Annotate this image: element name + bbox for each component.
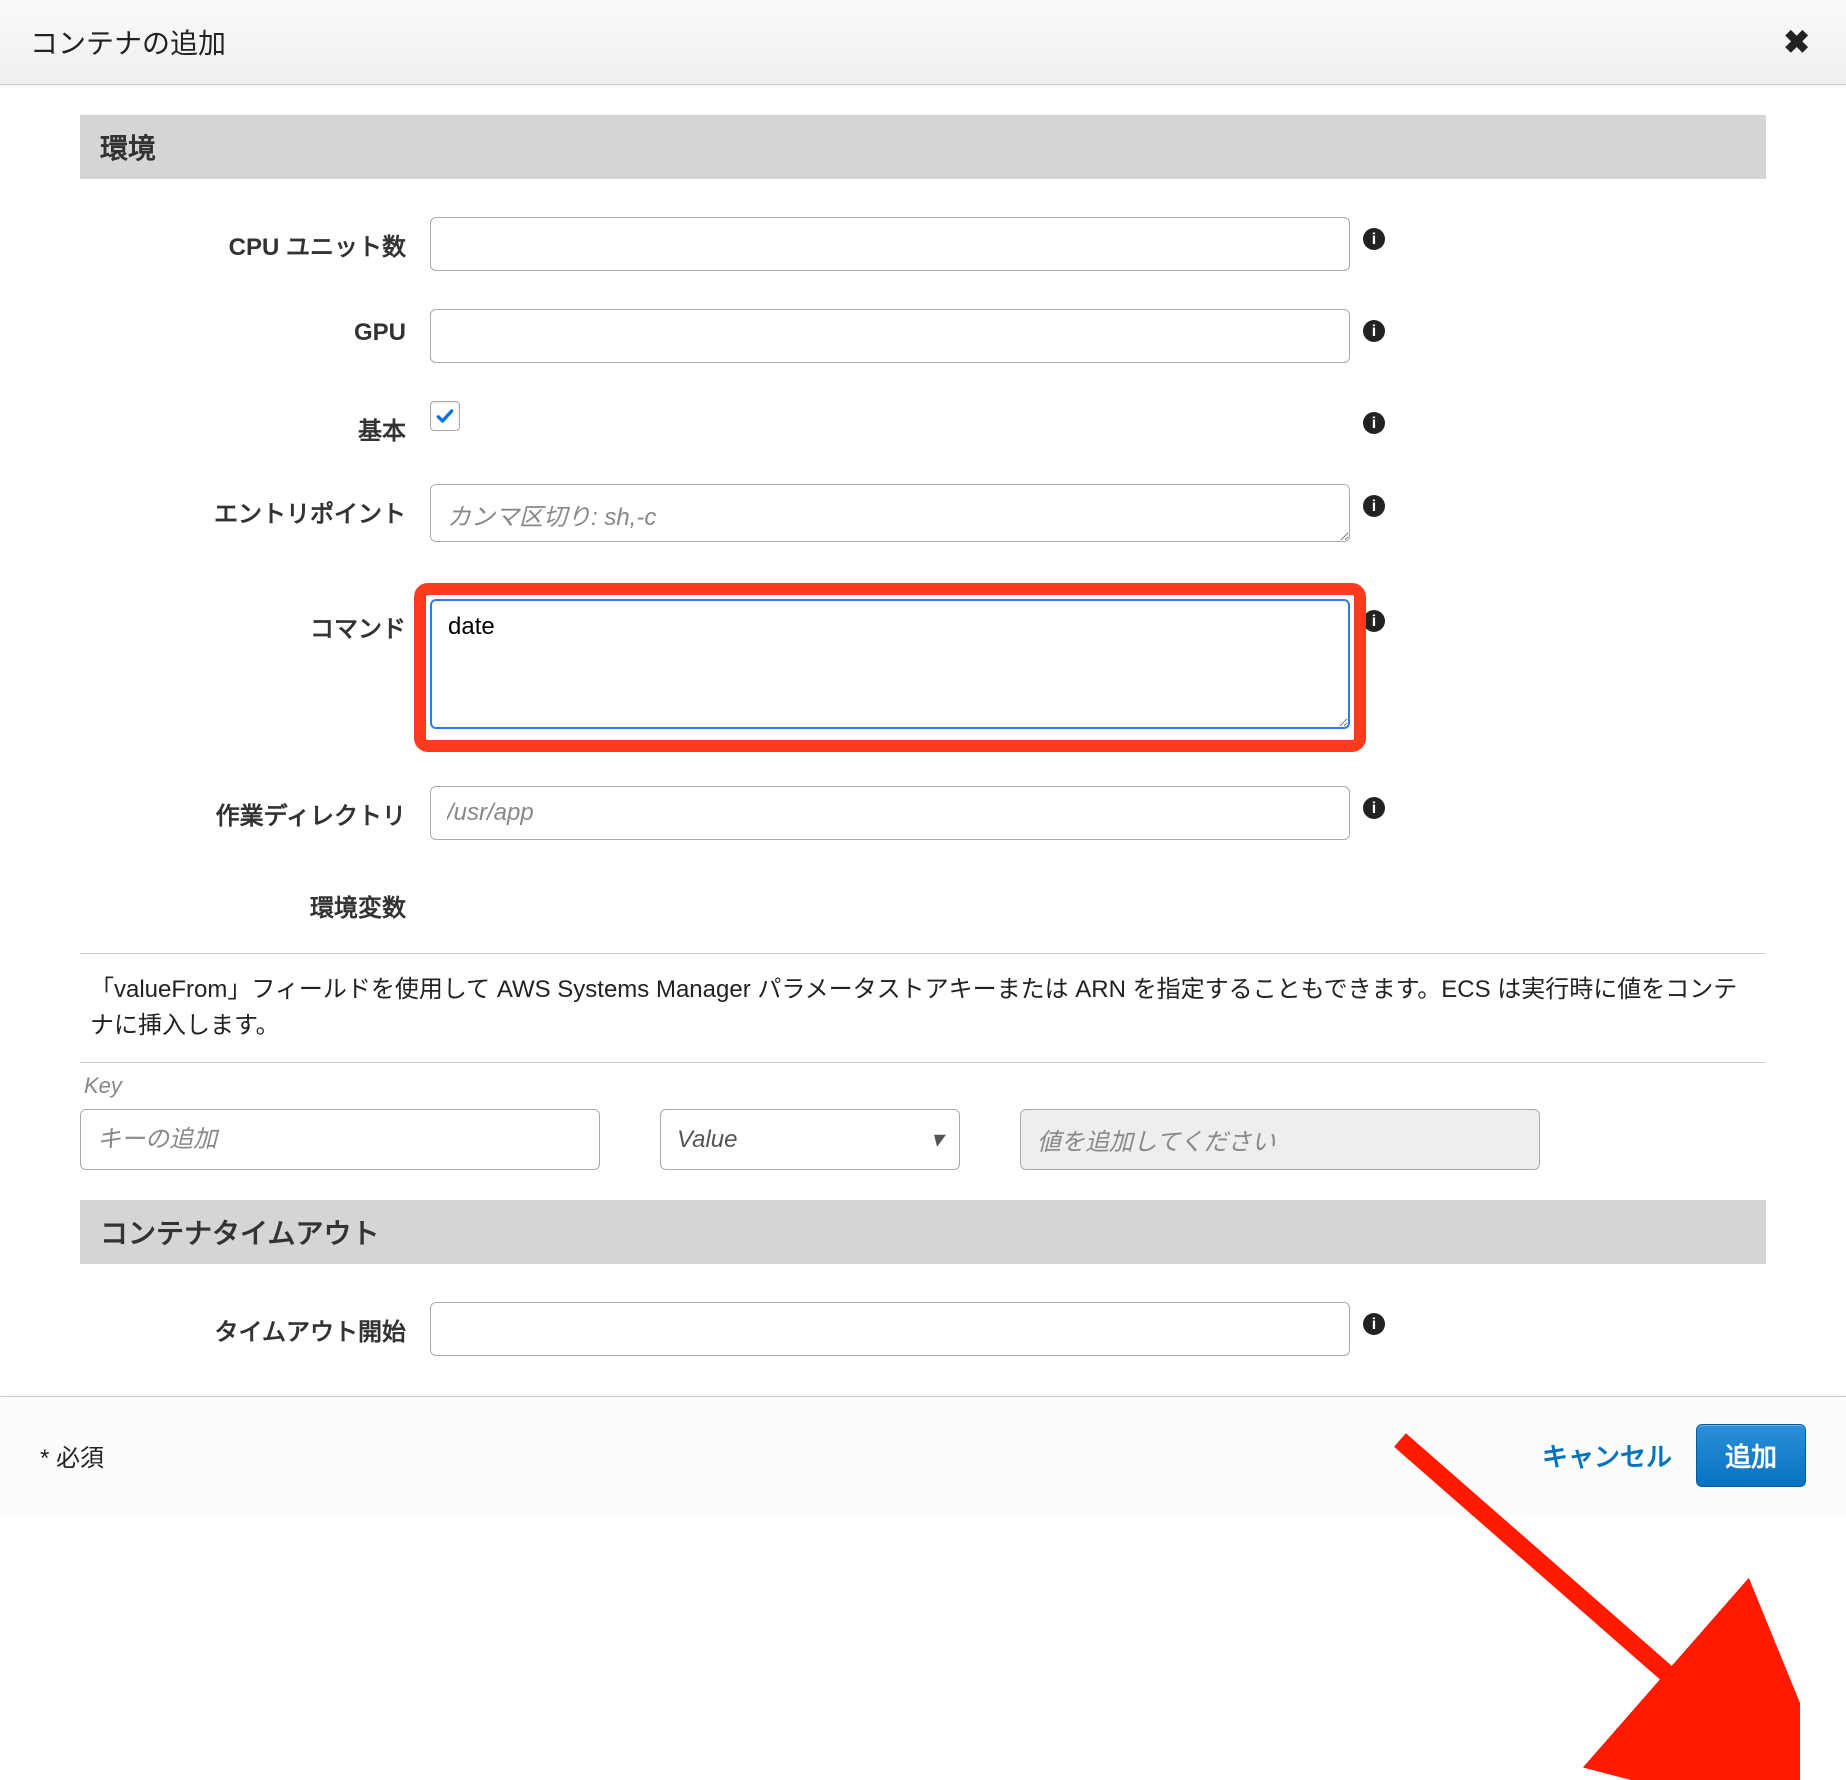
row-entrypoint: エントリポイント i <box>80 484 1766 549</box>
label-entrypoint: エントリポイント <box>80 484 430 529</box>
checkbox-essential[interactable] <box>430 401 460 431</box>
row-command: コマンド i <box>80 599 1766 736</box>
envvar-note: 「valueFrom」フィールドを使用して AWS Systems Manage… <box>80 953 1766 1063</box>
input-gpu[interactable] <box>430 309 1350 363</box>
svg-text:i: i <box>1372 498 1376 515</box>
chevron-down-icon: ▾ <box>931 1125 943 1154</box>
envvar-row: Value ▾ 値を追加してください <box>80 1109 1766 1170</box>
textarea-entrypoint[interactable] <box>430 484 1350 542</box>
row-start-timeout: タイムアウト開始 i <box>80 1302 1766 1356</box>
info-icon[interactable]: i <box>1350 1302 1390 1343</box>
svg-text:i: i <box>1372 415 1376 432</box>
row-workdir: 作業ディレクトリ i <box>80 786 1766 840</box>
label-workdir: 作業ディレクトリ <box>80 786 430 831</box>
highlight-command <box>414 583 1366 752</box>
input-workdir[interactable] <box>430 786 1350 840</box>
info-icon[interactable]: i <box>1350 401 1390 442</box>
info-icon[interactable]: i <box>1350 309 1390 350</box>
row-essential: 基本 i <box>80 401 1766 446</box>
textarea-command[interactable] <box>430 599 1350 729</box>
modal-title: コンテナの追加 <box>30 22 226 62</box>
label-gpu: GPU <box>80 309 430 347</box>
close-icon[interactable]: ✖ <box>1777 23 1816 61</box>
input-env-value[interactable]: 値を追加してください <box>1020 1109 1540 1170</box>
select-env-type[interactable]: Value ▾ <box>660 1109 960 1170</box>
section-header-timeout: コンテナタイムアウト <box>80 1200 1766 1264</box>
row-cpu: CPU ユニット数 i <box>80 217 1766 271</box>
modal-footer: * 必須 キャンセル 追加 <box>0 1396 1846 1514</box>
label-start-timeout: タイムアウト開始 <box>80 1302 430 1347</box>
info-icon[interactable]: i <box>1350 484 1390 525</box>
modal-header: コンテナの追加 ✖ <box>0 0 1846 85</box>
label-essential: 基本 <box>80 401 430 446</box>
svg-text:i: i <box>1372 613 1376 630</box>
input-env-key[interactable] <box>80 1109 600 1170</box>
svg-text:i: i <box>1372 800 1376 817</box>
envvar-key-header: Key <box>80 1063 1766 1103</box>
svg-text:i: i <box>1372 1316 1376 1333</box>
submit-button[interactable]: 追加 <box>1696 1424 1806 1487</box>
input-start-timeout[interactable] <box>430 1302 1350 1356</box>
row-gpu: GPU i <box>80 309 1766 363</box>
svg-text:i: i <box>1372 231 1376 248</box>
cancel-button[interactable]: キャンセル <box>1518 1423 1696 1488</box>
label-envvar: 環境変数 <box>80 878 430 923</box>
row-envvar-label: 環境変数 <box>80 878 1766 923</box>
select-env-type-value: Value <box>677 1126 738 1154</box>
svg-text:i: i <box>1372 323 1376 340</box>
label-cpu: CPU ユニット数 <box>80 217 430 262</box>
input-cpu[interactable] <box>430 217 1350 271</box>
info-icon[interactable]: i <box>1350 217 1390 258</box>
info-icon[interactable]: i <box>1350 786 1390 827</box>
section-header-environment: 環境 <box>80 115 1766 179</box>
label-command: コマンド <box>80 599 430 644</box>
required-note: * 必須 <box>40 1438 104 1473</box>
